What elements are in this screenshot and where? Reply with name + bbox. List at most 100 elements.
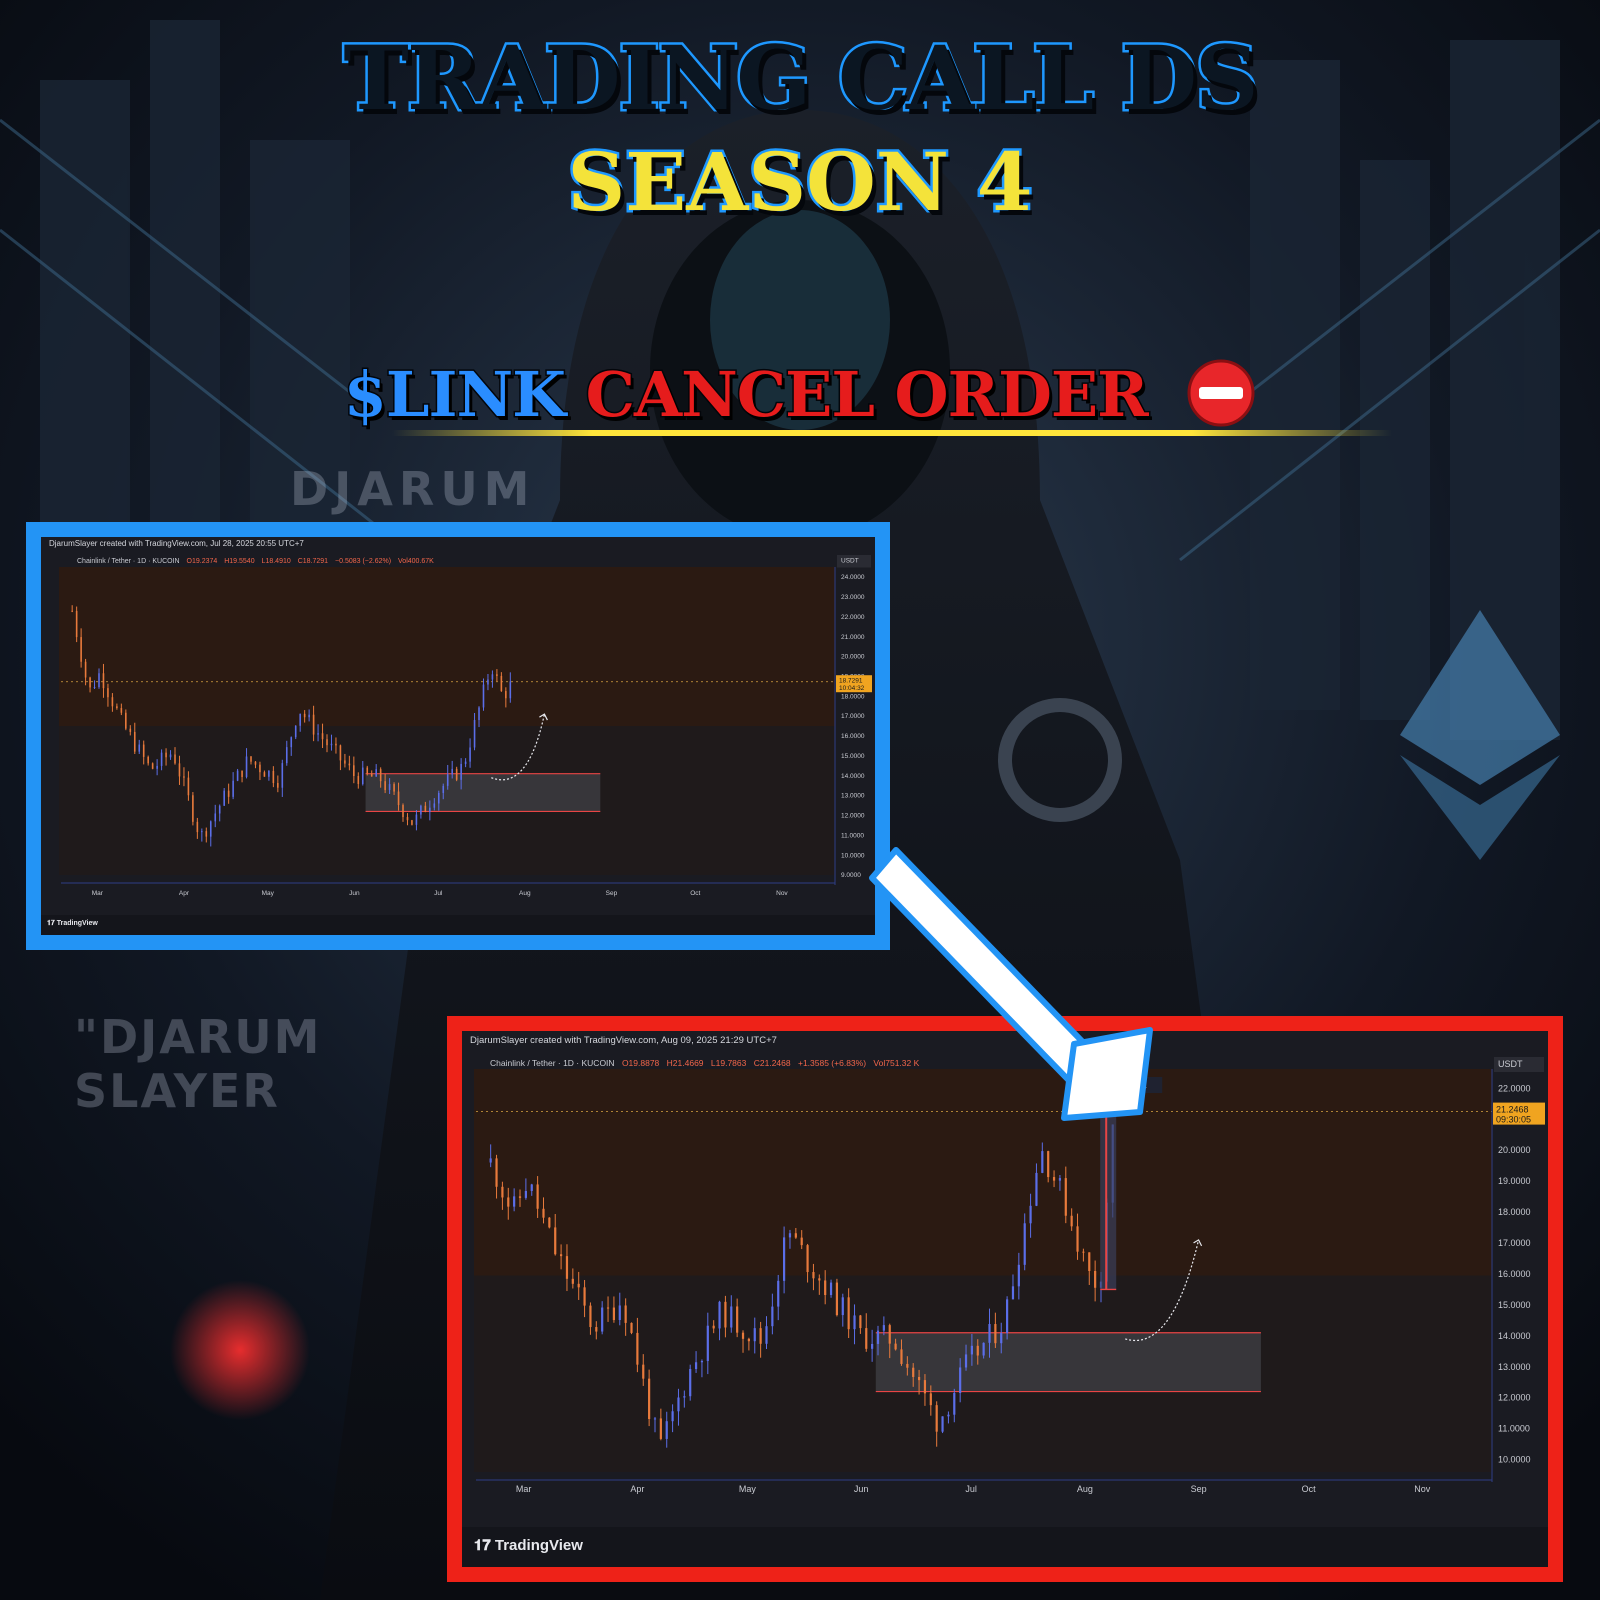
candle <box>1011 1286 1015 1300</box>
candle <box>393 784 395 792</box>
support-zone <box>365 773 601 812</box>
candle <box>75 610 78 638</box>
y-tick-label: 18.0000 <box>841 693 865 700</box>
price-chart-after: 0,244 10.0000 11.0000 12.0000 13.0000 14.0000… <box>474 1057 1548 1494</box>
candle <box>469 747 471 762</box>
candle <box>98 673 100 688</box>
candle <box>317 733 319 735</box>
candle <box>93 687 96 689</box>
candle <box>344 760 346 764</box>
change-value: −0.5083 (−2.62%) <box>335 558 392 565</box>
candle <box>906 1363 909 1368</box>
candle <box>160 752 163 766</box>
candle <box>923 1380 927 1394</box>
candle <box>495 1158 498 1187</box>
high-value: H21.4669 <box>666 1058 704 1068</box>
cancel-order-label: CANCEL ORDER <box>584 357 1150 433</box>
candle <box>1017 1264 1020 1287</box>
candle <box>1088 1252 1091 1271</box>
candle <box>976 1345 979 1356</box>
candle <box>209 821 212 837</box>
candle <box>151 763 154 769</box>
candle <box>970 1345 973 1355</box>
candle <box>501 1186 504 1198</box>
candle <box>847 1297 850 1330</box>
candle <box>548 1217 551 1228</box>
chart-panel-after: 0,244 10.0000 11.0000 12.0000 13.0000 14.0000… <box>447 1016 1563 1582</box>
candle <box>941 1416 944 1432</box>
candle <box>659 1418 662 1439</box>
candle <box>183 776 185 778</box>
headline-underline <box>392 430 1392 436</box>
candle <box>507 1197 510 1207</box>
symbol-label: Chainlink / Tether · 1D · KUCOIN <box>77 558 180 565</box>
tradingview-icon: 𝟏𝟕 <box>474 1537 495 1554</box>
candle <box>935 1405 938 1432</box>
candle <box>589 1305 592 1328</box>
candle <box>994 1324 997 1344</box>
candle <box>218 805 221 814</box>
candle <box>859 1315 862 1329</box>
candle <box>636 1332 639 1365</box>
candle <box>1047 1151 1050 1178</box>
y-tick-label: 16.0000 <box>1498 1269 1531 1279</box>
candle <box>595 1327 598 1332</box>
candle <box>736 1306 739 1333</box>
candle <box>853 1315 856 1330</box>
candle <box>829 1282 833 1296</box>
candle <box>1000 1333 1003 1344</box>
candle <box>530 1184 533 1191</box>
x-tick-label: Sep <box>1191 1484 1207 1494</box>
tradingview-icon: 𝟏𝟕 <box>47 920 57 927</box>
candle <box>753 1328 756 1342</box>
candle <box>366 767 369 774</box>
candle <box>214 813 217 822</box>
x-tick-label: Aug <box>1077 1484 1093 1494</box>
candle <box>437 792 440 804</box>
candle <box>420 805 422 815</box>
candle <box>624 1305 627 1323</box>
candle <box>618 1305 621 1321</box>
candle <box>694 1362 698 1370</box>
x-tick-label: May <box>739 1484 757 1494</box>
y-tick-label: 12.0000 <box>841 813 865 820</box>
x-tick-label: Mar <box>92 890 104 897</box>
candle <box>89 677 91 688</box>
candle <box>415 814 418 825</box>
candle <box>232 780 234 797</box>
y-tick-label: 16.0000 <box>841 733 865 740</box>
candle <box>601 1307 604 1332</box>
candle <box>865 1328 868 1349</box>
y-tick-label: 9.0000 <box>841 872 861 879</box>
tradingview-logo: 𝟏𝟕 TradingView <box>474 1537 583 1554</box>
candle <box>174 754 176 764</box>
volume-value: Vol751.32 K <box>873 1058 920 1068</box>
candle <box>1082 1251 1085 1253</box>
currency-label: USDT <box>841 558 859 565</box>
candle <box>800 1237 803 1246</box>
countdown-label: 09:30:05 <box>1496 1115 1531 1125</box>
candle <box>142 744 145 757</box>
candle <box>536 1184 539 1209</box>
measure-label: 0,244 <box>1124 1081 1147 1091</box>
chart-header: DjarumSlayer created with TradingView.co… <box>49 539 304 548</box>
candle <box>482 684 485 708</box>
candle <box>806 1245 809 1273</box>
candle <box>653 1418 657 1420</box>
candle <box>379 769 382 782</box>
symbol-label: Chainlink / Tether · 1D · KUCOIN <box>490 1058 615 1068</box>
y-tick-label: 17.0000 <box>1498 1238 1531 1248</box>
x-tick-label: Apr <box>630 1484 644 1494</box>
ohlc-legend: Chainlink / Tether · 1D · KUCOIN O19.887… <box>490 1058 924 1068</box>
candle <box>500 675 503 692</box>
candle <box>1070 1215 1073 1227</box>
y-tick-label: 19.0000 <box>1498 1176 1531 1186</box>
candle <box>361 767 364 784</box>
candle <box>505 691 507 699</box>
candle <box>187 777 190 796</box>
candle <box>102 673 105 689</box>
candle <box>294 725 297 738</box>
candle <box>1029 1205 1032 1224</box>
currency-label: USDT <box>1498 1059 1523 1069</box>
candle <box>205 831 208 837</box>
